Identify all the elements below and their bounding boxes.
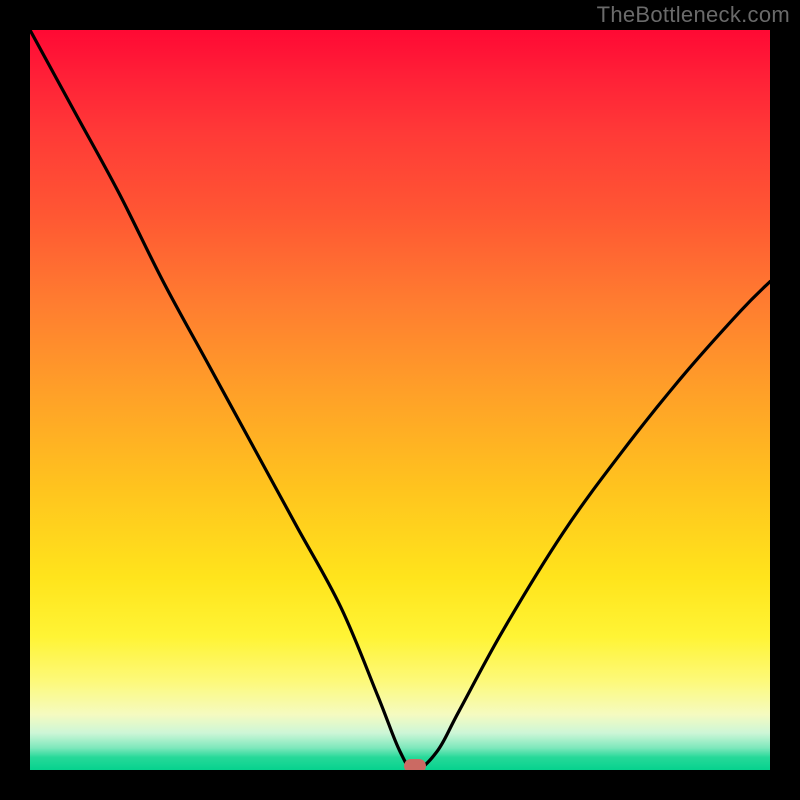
plot-area: [30, 30, 770, 770]
curve-path: [30, 30, 770, 770]
bottleneck-curve: [30, 30, 770, 770]
optimum-marker: [404, 759, 426, 770]
watermark-text: TheBottleneck.com: [597, 2, 790, 28]
chart-frame: TheBottleneck.com: [0, 0, 800, 800]
